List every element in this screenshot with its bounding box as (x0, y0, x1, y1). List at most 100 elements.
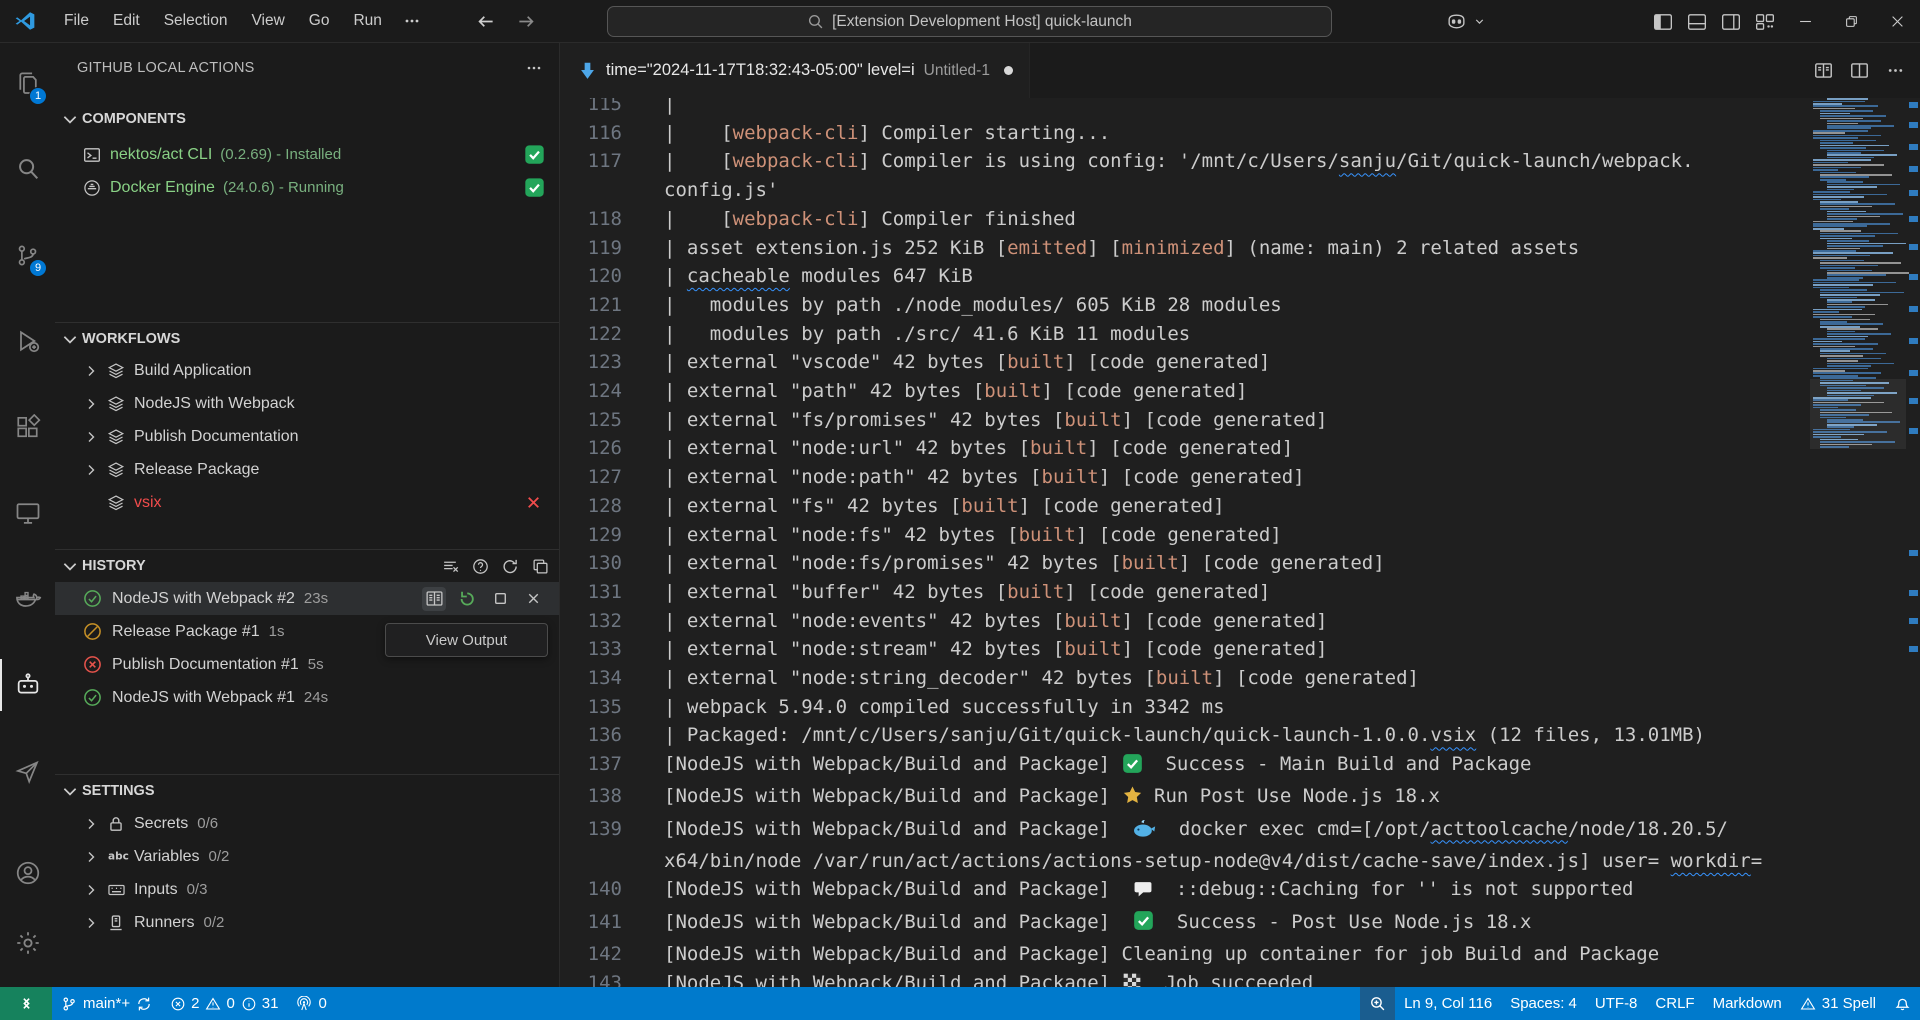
run-and-debug-icon (14, 327, 42, 355)
section-history[interactable]: HISTORY (55, 550, 559, 582)
clear-history-icon[interactable] (439, 555, 461, 577)
workflow-row[interactable]: Release Package (55, 453, 559, 486)
component-row[interactable]: Docker Engine(24.0.6) - Running (55, 171, 559, 204)
history-duration: 5s (308, 656, 324, 673)
toggle-primary-sidebar-icon[interactable] (1646, 7, 1680, 37)
section-workflows[interactable]: WORKFLOWS (55, 323, 559, 354)
history-row[interactable]: NodeJS with Webpack #223s (55, 582, 559, 615)
encoding-status[interactable]: UTF-8 (1586, 987, 1647, 1020)
minimap-viewport[interactable] (1810, 379, 1906, 449)
activity-item-manage[interactable] (0, 917, 55, 969)
settings-row-inputs[interactable]: Inputs0/3 (55, 873, 559, 906)
layers-icon (107, 494, 125, 512)
workflow-row[interactable]: Build Application (55, 354, 559, 387)
menu-go[interactable]: Go (297, 7, 342, 35)
open-editors-icon[interactable] (529, 555, 551, 577)
view-more-actions-icon[interactable] (523, 57, 545, 79)
restart-icon[interactable] (455, 587, 479, 611)
activity-item-explorer[interactable]: 1 (0, 57, 55, 109)
menu-file[interactable]: File (52, 7, 101, 35)
ports-status[interactable]: 0 (287, 987, 335, 1020)
refresh-icon[interactable] (499, 555, 521, 577)
history-row[interactable]: NodeJS with Webpack #124s (55, 681, 559, 714)
editor-content[interactable]: 115|116| [webpack-cli] Compiler starting… (560, 98, 1920, 987)
workflow-row[interactable]: vsix (55, 486, 559, 519)
editor-zoom-status[interactable] (1360, 987, 1395, 1020)
activity-item-docker[interactable] (0, 573, 55, 625)
activity-item-extensions[interactable] (0, 401, 55, 453)
delete-workflow-icon[interactable] (521, 491, 545, 515)
minimize-button[interactable] (1782, 0, 1828, 43)
line-number (560, 176, 622, 205)
go-forward-icon[interactable] (517, 12, 536, 31)
menu-edit[interactable]: Edit (101, 7, 152, 35)
code-line: 116| [webpack-cli] Compiler starting... (560, 119, 1800, 148)
notifications-bell[interactable] (1885, 987, 1920, 1020)
section-components[interactable]: COMPONENTS (55, 100, 559, 138)
help-icon[interactable] (469, 555, 491, 577)
remote-indicator[interactable] (0, 987, 52, 1020)
menu-overflow-icon[interactable] (394, 13, 430, 29)
extensions-icon (14, 414, 41, 441)
view-output-icon[interactable] (422, 587, 446, 611)
tab-untitled-log[interactable]: time="2024-11-17T18:32:43-05:00" level=i… (560, 43, 1030, 98)
modified-dot-icon[interactable] (1004, 66, 1013, 75)
chevron-right-icon (83, 915, 99, 931)
problems-status[interactable]: 2 0 31 (161, 987, 287, 1020)
manage-icon (14, 929, 42, 957)
activity-item-source-control[interactable]: 9 (0, 229, 55, 281)
markdown-preview-icon[interactable] (1808, 56, 1838, 86)
stop-icon[interactable] (488, 587, 512, 611)
more-actions-icon[interactable] (1880, 56, 1910, 86)
line-number: 133 (560, 635, 622, 664)
customize-layout-icon[interactable] (1748, 7, 1782, 37)
settings-row-secrets[interactable]: Secrets0/6 (55, 807, 559, 840)
editor-group: time="2024-11-17T18:32:43-05:00" level=i… (560, 43, 1920, 987)
copilot-icon[interactable] (1439, 7, 1473, 37)
line-text: | external "path" 42 bytes [built] [code… (664, 377, 1247, 406)
menu-selection[interactable]: Selection (152, 7, 240, 35)
copilot-chevron-icon[interactable] (1473, 15, 1486, 28)
line-number: 123 (560, 348, 622, 377)
eol-status[interactable]: CRLF (1646, 987, 1703, 1020)
section-settings[interactable]: SETTINGS (55, 775, 559, 807)
restore-button[interactable] (1828, 0, 1874, 43)
history-actions (422, 587, 545, 611)
command-center-search[interactable]: [Extension Development Host] quick-launc… (607, 6, 1332, 37)
minimap[interactable] (1810, 98, 1906, 987)
toggle-panel-icon[interactable] (1680, 7, 1714, 37)
menu-view[interactable]: View (239, 7, 296, 35)
settings-row-runners[interactable]: Runners0/2 (55, 906, 559, 939)
diagnostic-mark (1909, 398, 1918, 404)
activity-item-run-and-debug[interactable] (0, 315, 55, 367)
line-number: 137 (560, 750, 622, 782)
close-window-button[interactable] (1874, 0, 1920, 43)
settings-label: Variables (134, 848, 200, 866)
vscode-logo (14, 10, 36, 32)
activity-item-search[interactable] (0, 143, 55, 195)
activity-item-accounts[interactable] (0, 847, 55, 899)
branch-status[interactable]: main*+ (52, 987, 161, 1020)
split-editor-icon[interactable] (1844, 56, 1874, 86)
component-row[interactable]: nektos/act CLI(0.2.69) - Installed (55, 138, 559, 171)
line-number: 115 (560, 98, 622, 119)
workflow-row[interactable]: NodeJS with Webpack (55, 387, 559, 420)
line-number: 136 (560, 721, 622, 750)
spell-checker-status[interactable]: 31 Spell (1791, 987, 1885, 1020)
tab-bar: time="2024-11-17T18:32:43-05:00" level=i… (560, 43, 1920, 98)
settings-row-variables[interactable]: abcVariables0/2 (55, 840, 559, 873)
toggle-secondary-sidebar-icon[interactable] (1714, 7, 1748, 37)
chevron-down-icon (61, 110, 79, 128)
line-text: config.js' (664, 176, 778, 205)
menu-run[interactable]: Run (341, 7, 393, 35)
indentation-status[interactable]: Spaces: 4 (1501, 987, 1586, 1020)
activity-item-github-local-actions[interactable] (0, 659, 55, 711)
language-mode-status[interactable]: Markdown (1704, 987, 1791, 1020)
workflow-row[interactable]: Publish Documentation (55, 420, 559, 453)
cursor-position-status[interactable]: Ln 9, Col 116 (1395, 987, 1501, 1020)
activity-item-github-actions[interactable] (0, 745, 55, 797)
diagnostic-mark (1909, 190, 1918, 196)
go-back-icon[interactable] (476, 12, 495, 31)
activity-item-remote-explorer[interactable] (0, 487, 55, 539)
dismiss-icon[interactable] (521, 587, 545, 611)
